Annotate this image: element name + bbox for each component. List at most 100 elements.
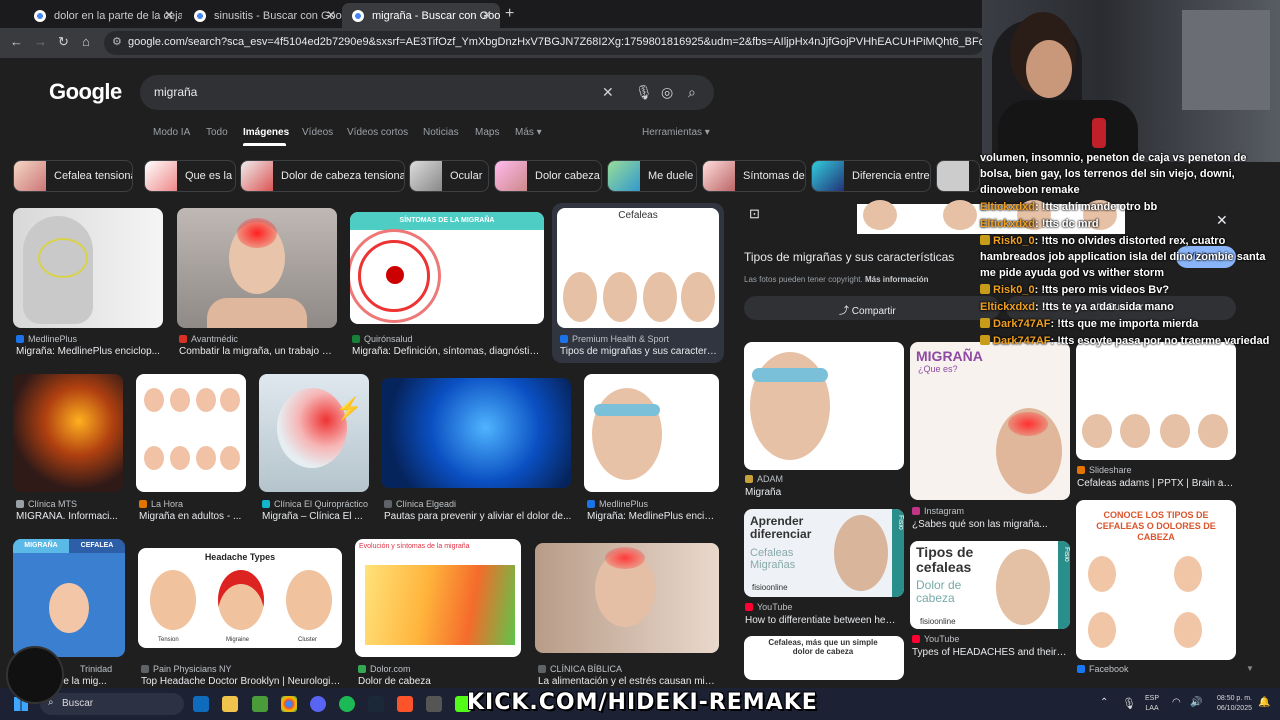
reload-icon[interactable]: ↻ [58, 34, 69, 50]
result-title[interactable]: Tipos de migrañas y sus caracterí... [560, 346, 718, 357]
notification-icon[interactable]: 🔔 [1258, 697, 1270, 708]
result-title[interactable]: Migraña – Clínica El ... [262, 511, 370, 522]
chip-diferencia-entre[interactable]: Diferencia entre [811, 160, 931, 192]
nav-mas[interactable]: Más ▾ [515, 127, 542, 138]
related-title[interactable]: How to differentiate between head... [745, 615, 900, 626]
result-thumb-2[interactable] [177, 208, 337, 328]
tab-3-active[interactable]: migraña - Buscar con Google ✕ [342, 3, 500, 28]
nav-maps[interactable]: Maps [475, 127, 499, 138]
result-thumb-13[interactable] [535, 543, 719, 653]
result-title[interactable]: Dolor de cabeza [358, 676, 518, 687]
panel-title[interactable]: Tipos de migrañas y sus características [744, 250, 954, 264]
chip-ocular[interactable]: Ocular [409, 160, 489, 192]
related-thumb-6[interactable]: CONOCE LOS TIPOS DE CEFALEAS O DOLORES D… [1076, 500, 1236, 660]
related-thumb-5[interactable]: Tipos de cefaleas Dolor de cabeza fisioo… [910, 541, 1070, 629]
result-title[interactable]: MIGRAÑA. Informaci... [16, 511, 126, 522]
nav-modo-ia[interactable]: Modo IA [153, 127, 190, 138]
tab-2[interactable]: sinusitis - Buscar con Google ✕ [184, 3, 344, 28]
result-thumb-6[interactable] [136, 374, 246, 492]
site-info-icon[interactable]: ⚙ [112, 35, 122, 48]
microphone-tray-icon[interactable]: 🎙 [1122, 697, 1136, 710]
nav-imagenes[interactable]: Imágenes [243, 127, 289, 138]
result-thumb-3[interactable]: SÍNTOMAS DE LA MIGRAÑA [350, 212, 544, 324]
chrome-icon[interactable] [281, 696, 297, 712]
search-input[interactable]: migraña [140, 75, 714, 110]
result-title[interactable]: Combatir la migraña, un trabajo d... [179, 346, 334, 357]
related-title[interactable]: Cefaleas adams | PPTX | Brain an... [1077, 478, 1234, 489]
nav-videos-cortos[interactable]: Vídeos cortos [347, 127, 408, 138]
wifi-icon[interactable]: ◠ [1172, 697, 1181, 708]
share-button[interactable]: ⤴ Compartir [744, 296, 1000, 320]
discord-icon[interactable] [310, 696, 326, 712]
related-thumb-7[interactable]: Cefaleas, más que un simple dolor de cab… [744, 636, 904, 680]
lens-icon[interactable]: ◎ [661, 84, 673, 101]
minecraft-icon[interactable] [252, 696, 268, 712]
file-explorer-icon[interactable] [222, 696, 238, 712]
nav-videos[interactable]: Vídeos [302, 127, 333, 138]
related-thumb-3[interactable] [1076, 342, 1236, 460]
nav-noticias[interactable]: Noticias [423, 127, 459, 138]
result-title[interactable]: Top Headache Doctor Brooklyn | Neurologi… [141, 676, 341, 687]
result-source: Premium Health & Sport [560, 334, 669, 344]
related-thumb-4[interactable]: Aprender diferenciar Cefaleas Migrañas f… [744, 509, 904, 597]
chip-dolor-cabeza[interactable]: Dolor cabeza [494, 160, 602, 192]
close-tab-icon[interactable]: ✕ [482, 8, 492, 22]
result-thumb-10[interactable]: MIGRAÑA CEFALEA [13, 539, 125, 657]
language-indicator[interactable]: ESP LAA [1145, 694, 1159, 714]
chip-que-es-la[interactable]: Que es la [144, 160, 236, 192]
back-icon[interactable]: ← [10, 34, 23, 49]
new-tab-button[interactable]: + [505, 5, 514, 23]
tools-button[interactable]: Herramientas ▾ [642, 127, 710, 138]
result-thumb-5[interactable] [13, 374, 123, 492]
result-title[interactable]: Migraña: Definición, síntomas, diagnósti… [352, 346, 542, 357]
related-thumb-1[interactable] [744, 342, 904, 470]
tab-1[interactable]: dolor en la parte de la ceja izq ✕ [24, 3, 182, 28]
related-title[interactable]: Types of HEADACHES and their tr... [912, 647, 1067, 658]
chip-partial[interactable] [936, 160, 980, 192]
result-source: Clínica El Quiropráctico [262, 499, 368, 509]
forward-icon[interactable]: → [34, 34, 47, 49]
clock[interactable]: 08:50 p. m. 06/10/2025 [1210, 694, 1252, 714]
steam-icon[interactable] [368, 696, 384, 712]
spotify-icon[interactable] [339, 696, 355, 712]
taskbar-search[interactable]: Buscar [40, 693, 184, 715]
volume-icon[interactable]: 🔊 [1190, 697, 1202, 708]
chip-me-duele[interactable]: Me duele [607, 160, 697, 192]
related-title[interactable]: Migraña [745, 487, 900, 498]
app-icon[interactable] [426, 696, 442, 712]
result-title[interactable]: Migraña en adultos - ... [139, 511, 249, 522]
more-info-link[interactable]: Más información [865, 275, 929, 284]
tray-expand-icon[interactable]: ⌃ [1100, 697, 1108, 708]
result-title[interactable]: Pautas para prevenir y aliviar el dolor … [384, 511, 574, 522]
url-field[interactable]: ⚙ google.com/search?sca_esv=4f5104ed2b72… [104, 31, 984, 55]
result-thumb-9[interactable] [584, 374, 719, 492]
nav-todo[interactable]: Todo [206, 127, 228, 138]
result-thumb-8[interactable] [381, 378, 571, 488]
related-source: Instagram [912, 506, 964, 516]
related-title[interactable]: ¿Sabes qué son las migraña... [912, 519, 1067, 530]
result-thumb-11[interactable]: Headache Types Tension Migraine Cluster [138, 548, 342, 648]
related-thumb-2[interactable]: MIGRAÑA ¿Que es? [910, 342, 1070, 500]
result-thumb-7[interactable]: ⚡ [259, 374, 369, 492]
google-logo[interactable]: Google [49, 79, 122, 105]
clear-search-icon[interactable]: ✕ [602, 84, 614, 101]
chip-cefalea-tensional[interactable]: Cefalea tensional [13, 160, 133, 192]
scroll-down-arrow[interactable]: ▼ [1246, 664, 1254, 673]
search-icon[interactable]: ⌕ [688, 84, 696, 101]
home-icon[interactable]: ⌂ [82, 34, 90, 49]
outlook-icon[interactable] [193, 696, 209, 712]
result-title[interactable]: Migraña: MedlinePlus encicl... [587, 511, 719, 522]
result-title[interactable]: Migraña: MedlinePlus enciclop... [16, 346, 166, 357]
brave-icon[interactable] [397, 696, 413, 712]
microphone-icon[interactable]: 🎙 [635, 84, 653, 101]
close-tab-icon[interactable]: ✕ [326, 8, 336, 22]
close-tab-icon[interactable]: ✕ [164, 8, 174, 22]
result-title[interactable]: re la mig... [60, 676, 130, 687]
chip-sintomas-de[interactable]: Síntomas de [702, 160, 806, 192]
result-thumb-1[interactable] [13, 208, 163, 328]
lens-icon[interactable]: ⊡ [749, 206, 760, 222]
result-thumb-12[interactable]: Evolución y síntomas de la migraña [355, 539, 521, 657]
chip-dolor-cabeza-tensional[interactable]: Dolor de cabeza tensional [240, 160, 405, 192]
result-title[interactable]: La alimentación y el estrés causan migr.… [538, 676, 718, 687]
result-thumb-4[interactable]: Cefaleas [557, 208, 719, 328]
